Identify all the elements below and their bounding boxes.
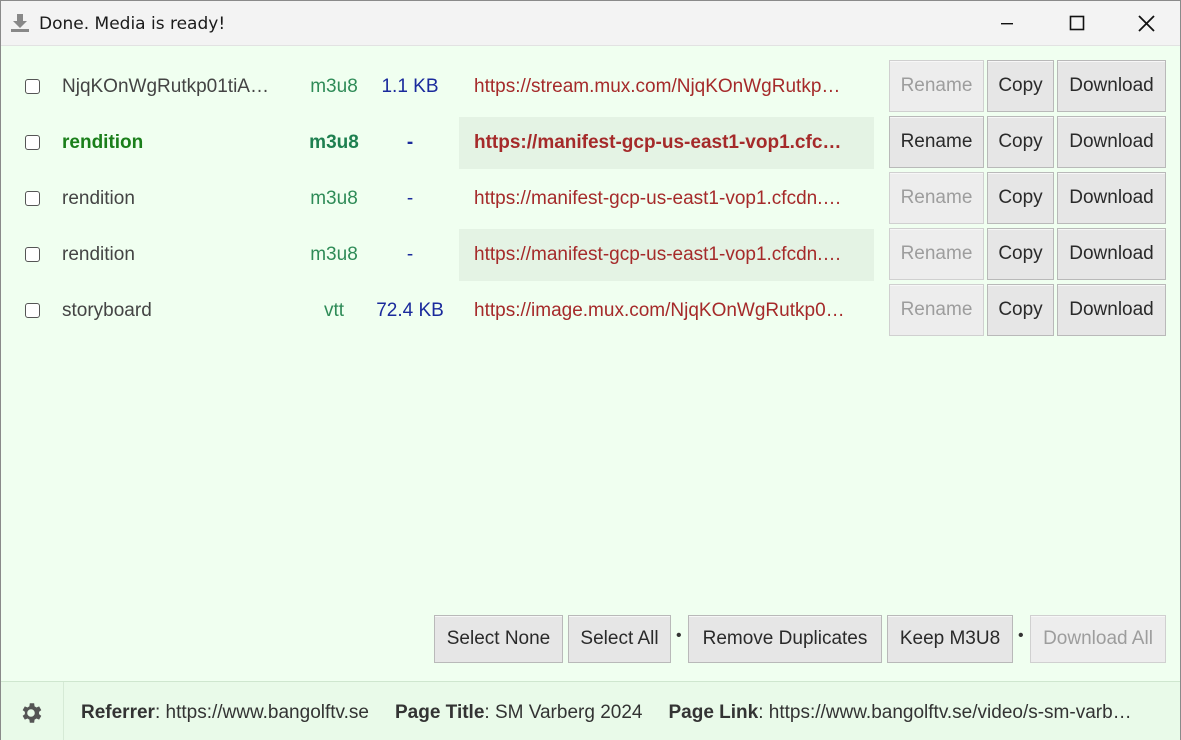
media-size: -	[406, 132, 414, 153]
select-all-button[interactable]: Select All	[568, 615, 671, 663]
minimize-button[interactable]	[984, 1, 1030, 45]
referrer-value: https://www.bangolftv.se	[165, 702, 369, 723]
media-extension: vtt	[323, 300, 345, 321]
page-title-value: SM Varberg 2024	[494, 702, 643, 723]
media-name: storyboard	[62, 300, 152, 321]
list-item: NjqKOnWgRutkp01tiA… m3u8 1.1 KB https://…	[1, 60, 1180, 114]
download-icon	[10, 13, 30, 33]
colon: :	[154, 702, 166, 723]
list-item: storyboard vtt 72.4 KB https://image.mux…	[1, 284, 1180, 338]
media-name: NjqKOnWgRutkp01tiA…	[62, 76, 269, 97]
page-title-label: Page Title	[394, 702, 485, 723]
page-info: Referrer: https://www.bangolftv.se Page T…	[81, 702, 1171, 724]
row-checkbox[interactable]	[25, 135, 40, 150]
media-name: rendition	[62, 132, 144, 153]
row-checkbox[interactable]	[25, 79, 40, 94]
media-extension: m3u8	[310, 244, 358, 265]
remove-duplicates-button[interactable]: Remove Duplicates	[688, 615, 882, 663]
rename-button[interactable]: Rename	[889, 116, 984, 168]
rename-button[interactable]: Rename	[889, 284, 984, 336]
media-extension: m3u8	[310, 188, 358, 209]
title-bar: Done. Media is ready!	[1, 1, 1180, 46]
keep-m3u8-button[interactable]: Keep M3U8	[887, 615, 1013, 663]
list-item: rendition m3u8 - https://manifest-gcp-us…	[1, 228, 1180, 282]
copy-button[interactable]: Copy	[987, 284, 1054, 336]
list-item: rendition m3u8 - https://manifest-gcp-us…	[1, 116, 1180, 170]
media-url[interactable]: https://manifest-gcp-us-east1-vop1.cfcdn…	[474, 188, 859, 210]
copy-button[interactable]: Copy	[987, 172, 1054, 224]
separator-dot: •	[1018, 627, 1024, 644]
footer: Referrer: https://www.bangolftv.se Page T…	[1, 681, 1180, 740]
copy-button[interactable]: Copy	[987, 228, 1054, 280]
download-button[interactable]: Download	[1057, 172, 1166, 224]
app-window: Done. Media is ready! NjqKOnWgRutkp01tiA…	[0, 0, 1181, 740]
row-checkbox[interactable]	[25, 191, 40, 206]
copy-button[interactable]: Copy	[987, 60, 1054, 112]
select-none-button[interactable]: Select None	[434, 615, 563, 663]
media-url[interactable]: https://image.mux.com/NjqKOnWgRutkp0…	[474, 300, 859, 322]
rename-button[interactable]: Rename	[889, 60, 984, 112]
referrer-label: Referrer	[81, 702, 155, 723]
download-button[interactable]: Download	[1057, 116, 1166, 168]
copy-button[interactable]: Copy	[987, 116, 1054, 168]
media-extension: m3u8	[310, 76, 358, 97]
settings-button[interactable]	[1, 682, 64, 740]
download-all-button[interactable]: Download All	[1030, 615, 1166, 663]
media-extension: m3u8	[309, 132, 359, 153]
gear-icon	[22, 703, 42, 723]
media-size: -	[406, 244, 414, 265]
colon: :	[758, 702, 769, 723]
row-checkbox[interactable]	[25, 247, 40, 262]
download-button[interactable]: Download	[1057, 284, 1166, 336]
download-button[interactable]: Download	[1057, 228, 1166, 280]
media-size: 72.4 KB	[376, 300, 444, 321]
page-link-label: Page Link	[668, 702, 759, 723]
media-size: -	[406, 188, 414, 209]
list-item: rendition m3u8 - https://manifest-gcp-us…	[1, 172, 1180, 226]
media-url[interactable]: https://manifest-gcp-us-east1-vop1.cfc…	[474, 132, 859, 154]
media-name: rendition	[62, 244, 135, 265]
separator-dot: •	[676, 627, 682, 644]
download-button[interactable]: Download	[1057, 60, 1166, 112]
row-checkbox[interactable]	[25, 303, 40, 318]
page-link-value[interactable]: https://www.bangolftv.se/video/s-sm-varb…	[769, 702, 1132, 723]
close-button[interactable]	[1123, 1, 1169, 45]
maximize-button[interactable]	[1054, 1, 1100, 45]
rename-button[interactable]: Rename	[889, 228, 984, 280]
media-url[interactable]: https://stream.mux.com/NjqKOnWgRutkp…	[474, 76, 859, 98]
media-url[interactable]: https://manifest-gcp-us-east1-vop1.cfcdn…	[474, 244, 859, 266]
rename-button[interactable]: Rename	[889, 172, 984, 224]
colon: :	[484, 702, 495, 723]
media-name: rendition	[62, 188, 135, 209]
media-size: 1.1 KB	[381, 76, 439, 97]
window-title: Done. Media is ready!	[39, 14, 226, 34]
